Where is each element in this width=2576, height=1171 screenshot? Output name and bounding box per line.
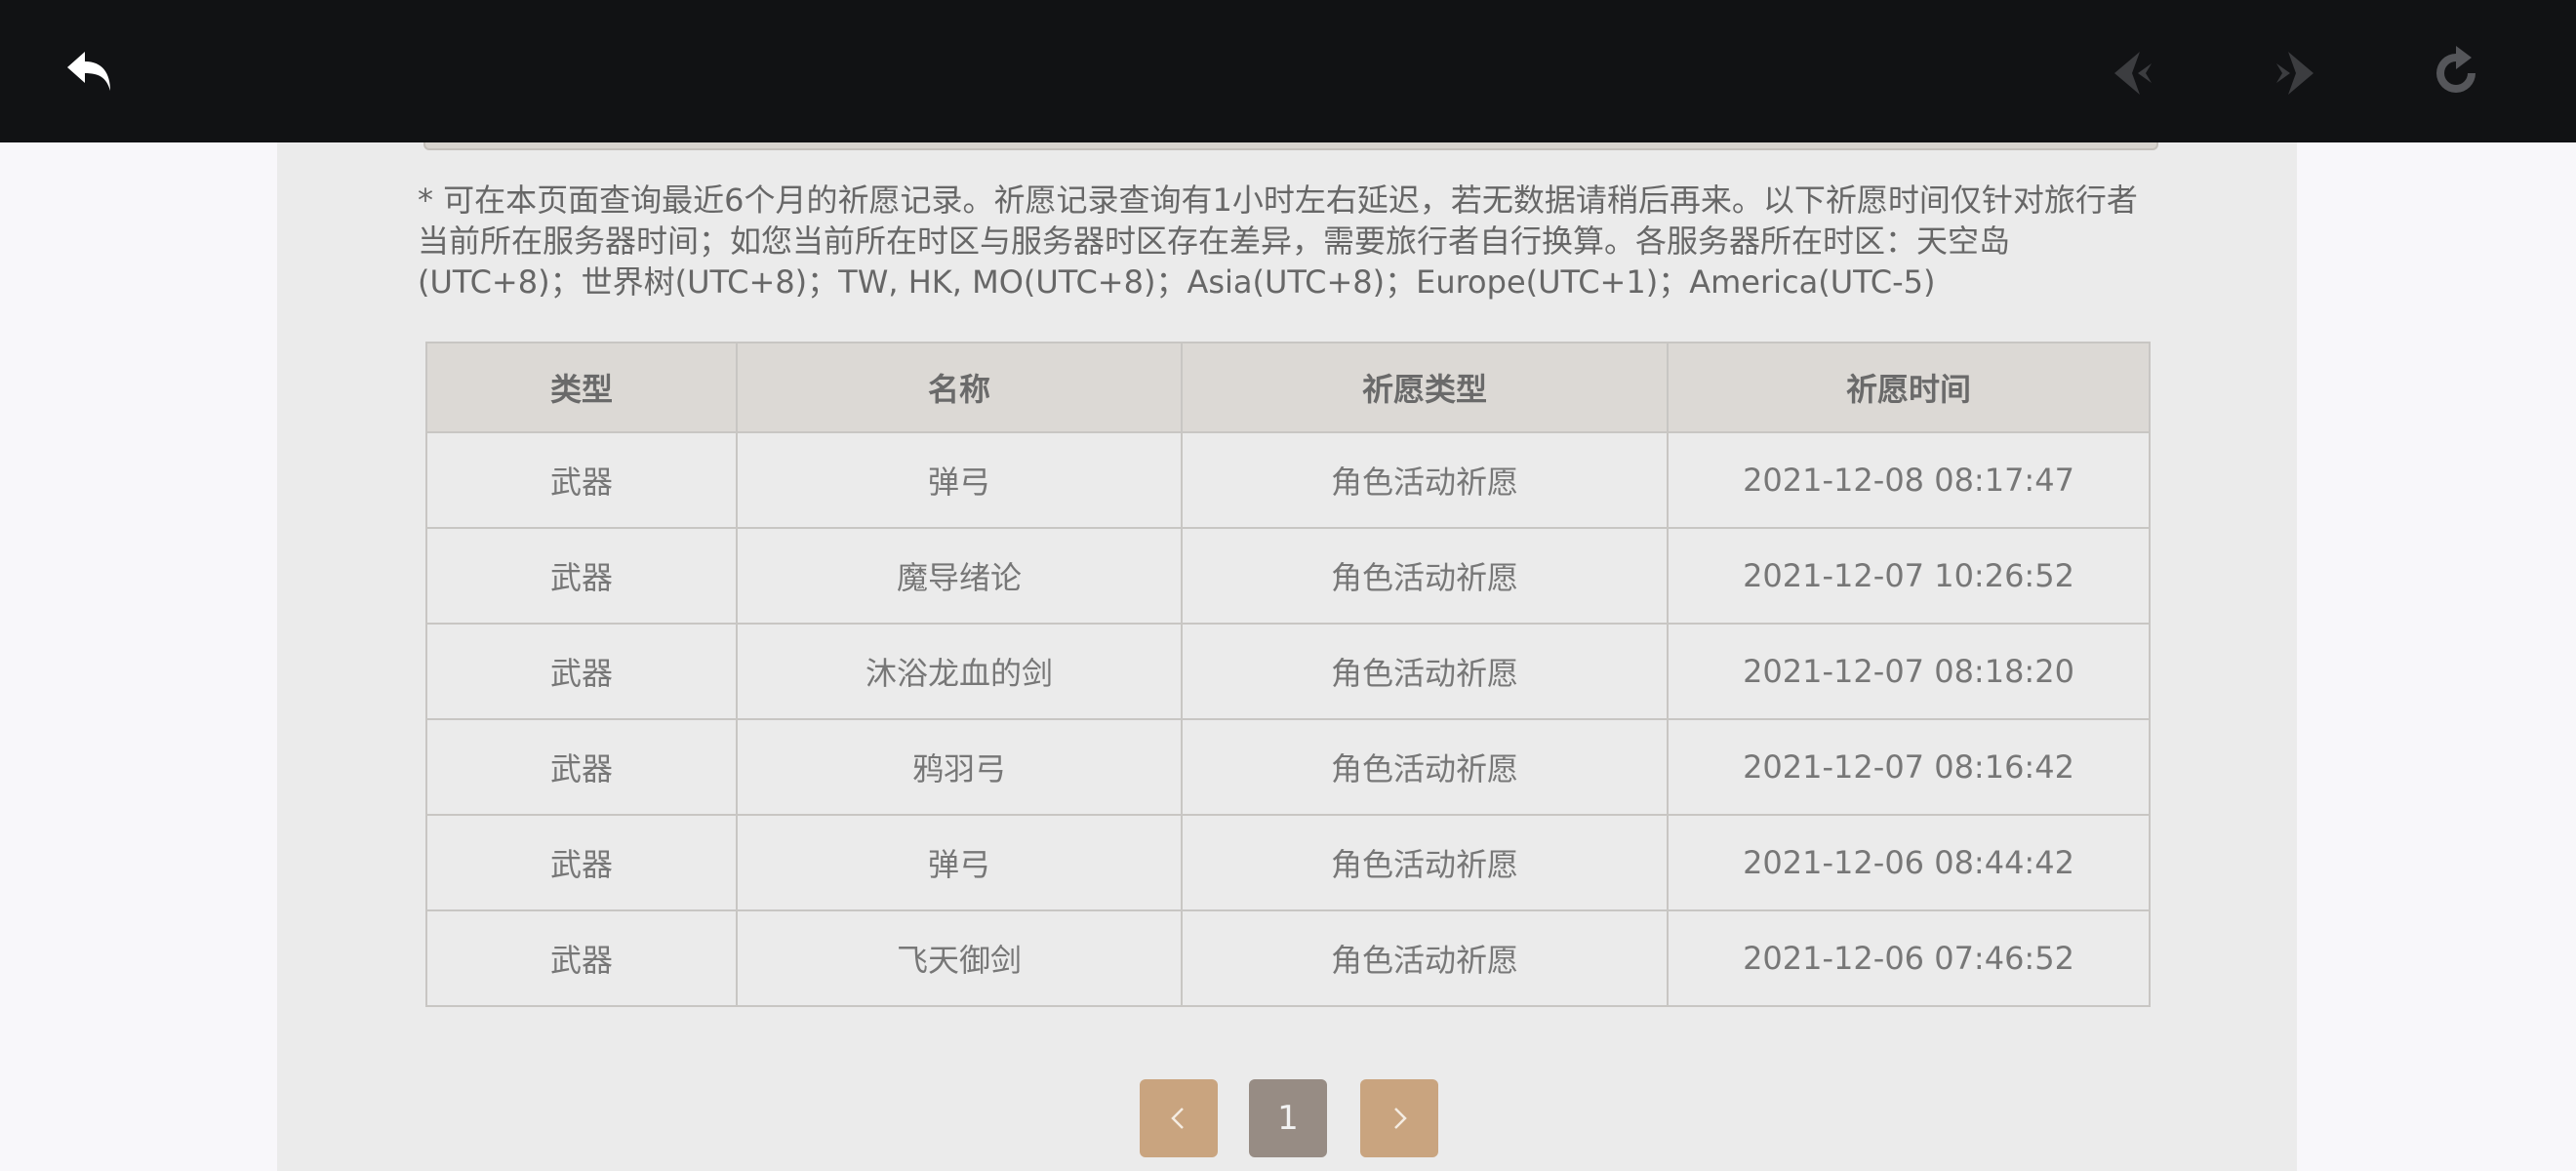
cell-type: 武器: [425, 909, 738, 1007]
cell-wish-type: 角色活动祈愿: [1181, 623, 1669, 720]
cell-wish-type: 角色活动祈愿: [1181, 718, 1669, 816]
header-wish-time: 祈愿时间: [1667, 342, 2151, 433]
chevron-right-icon: [1394, 1108, 1407, 1129]
header-wish-type: 祈愿类型: [1181, 342, 1669, 433]
cell-wish-time: 2021-12-07 08:16:42: [1667, 718, 2151, 816]
next-page-button[interactable]: [1360, 1079, 1438, 1157]
back-arrow-icon: [67, 52, 110, 91]
cell-type: 武器: [425, 814, 738, 911]
nav-back-button[interactable]: [2098, 39, 2166, 107]
cell-wish-time: 2021-12-08 08:17:47: [1667, 431, 2151, 529]
cell-wish-type: 角色活动祈愿: [1181, 814, 1669, 911]
nav-forward-icon: [2276, 52, 2314, 95]
reload-button[interactable]: [2422, 39, 2490, 107]
cell-type: 武器: [425, 431, 738, 529]
content-panel: * 可在本页面查询最近6个月的祈愿记录。祈愿记录查询有1小时左右延迟，若无数据请…: [277, 142, 2297, 1171]
notice-text: * 可在本页面查询最近6个月的祈愿记录。祈愿记录查询有1小时左右延迟，若无数据请…: [418, 182, 2138, 301]
cell-type: 武器: [425, 527, 738, 625]
header-type: 类型: [425, 342, 738, 433]
wish-records-table: 类型 名称 祈愿类型 祈愿时间 武器 弹弓 角色活动祈愿 2021-12-08 …: [425, 342, 2151, 1007]
cell-type: 武器: [425, 718, 738, 816]
cell-wish-time: 2021-12-07 10:26:52: [1667, 527, 2151, 625]
cell-wish-time: 2021-12-06 08:44:42: [1667, 814, 2151, 911]
cell-wish-type: 角色活动祈愿: [1181, 527, 1669, 625]
cell-wish-time: 2021-12-07 08:18:20: [1667, 623, 2151, 720]
table-row: 武器 鸦羽弓 角色活动祈愿 2021-12-07 08:16:42: [425, 718, 2151, 816]
cell-name: 魔导绪论: [736, 527, 1183, 625]
table-row: 武器 飞天御剑 角色活动祈愿 2021-12-06 07:46:52: [425, 909, 2151, 1007]
reload-icon: [2436, 46, 2475, 93]
table-row: 武器 魔导绪论 角色活动祈愿 2021-12-07 10:26:52: [425, 527, 2151, 625]
table-row: 武器 弹弓 角色活动祈愿 2021-12-06 08:44:42: [425, 814, 2151, 911]
back-button[interactable]: [57, 39, 125, 107]
nav-forward-button[interactable]: [2262, 39, 2330, 107]
cell-type: 武器: [425, 623, 738, 720]
cell-wish-type: 角色活动祈愿: [1181, 431, 1669, 529]
header-name: 名称: [736, 342, 1183, 433]
cell-wish-type: 角色活动祈愿: [1181, 909, 1669, 1007]
cell-name: 弹弓: [736, 431, 1183, 529]
cell-name: 鸦羽弓: [736, 718, 1183, 816]
cell-name: 弹弓: [736, 814, 1183, 911]
prev-page-button[interactable]: [1140, 1079, 1218, 1157]
table-row: 武器 弹弓 角色活动祈愿 2021-12-08 08:17:47: [425, 431, 2151, 529]
cell-wish-time: 2021-12-06 07:46:52: [1667, 909, 2151, 1007]
table-header-row: 类型 名称 祈愿类型 祈愿时间: [425, 342, 2151, 433]
browser-toolbar: [0, 0, 2576, 142]
table-row: 武器 沐浴龙血的剑 角色活动祈愿 2021-12-07 08:18:20: [425, 623, 2151, 720]
nav-back-icon: [2114, 52, 2152, 95]
cell-name: 沐浴龙血的剑: [736, 623, 1183, 720]
chevron-left-icon: [1171, 1108, 1184, 1129]
panel-top-edge: [423, 142, 2158, 150]
cell-name: 飞天御剑: [736, 909, 1183, 1007]
page-number-current[interactable]: 1: [1249, 1079, 1327, 1157]
